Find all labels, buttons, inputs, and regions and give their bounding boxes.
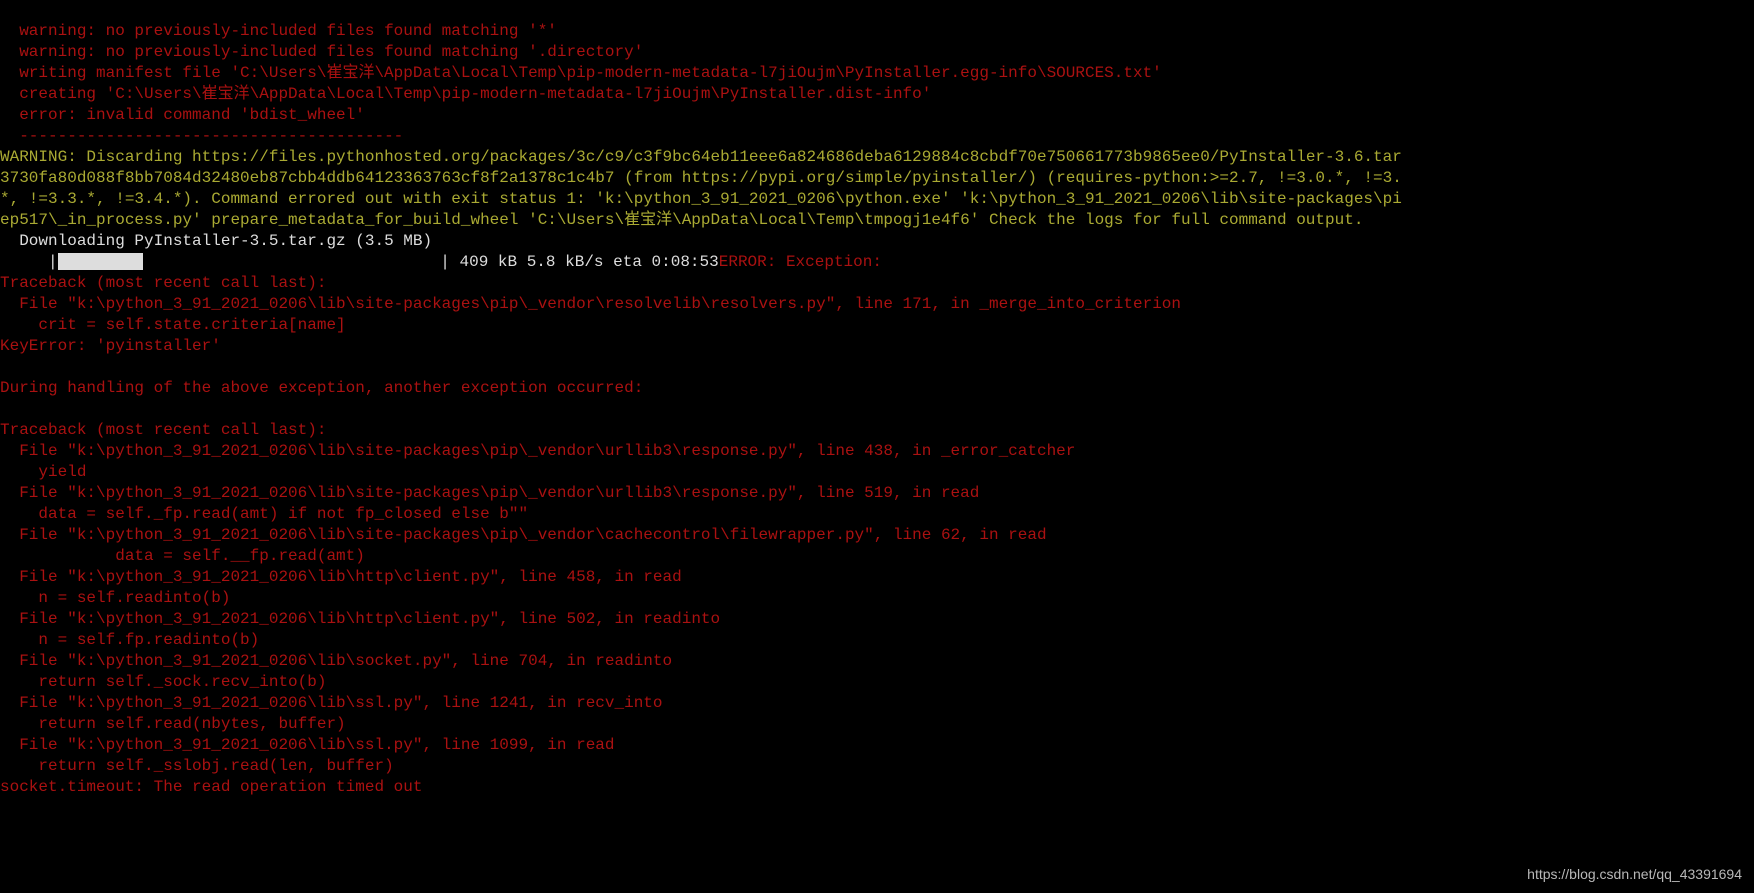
traceback-code: return self._sock.recv_into(b) [0, 673, 326, 691]
build-error-line: error: invalid command 'bdist_wheel' [0, 106, 365, 124]
traceback-file: File "k:\python_3_91_2021_0206\lib\ssl.p… [0, 694, 663, 712]
traceback-code: return self.read(nbytes, buffer) [0, 715, 346, 733]
download-status: Downloading PyInstaller-3.5.tar.gz (3.5 … [0, 232, 432, 250]
build-warning-line: warning: no previously-included files fo… [0, 22, 557, 40]
traceback-file: File "k:\python_3_91_2021_0206\lib\ssl.p… [0, 736, 615, 754]
progress-bar-filled [75, 253, 92, 270]
error-label: ERROR: Exception: [719, 253, 882, 271]
download-stats: 409 kB 5.8 kB/s eta 0:08:53 [450, 253, 719, 271]
build-separator: ---------------------------------------- [0, 127, 403, 145]
watermark-text: https://blog.csdn.net/qq_43391694 [1527, 864, 1742, 885]
progress-bar-filled [92, 253, 109, 270]
progress-remaining [143, 253, 441, 271]
traceback-file: File "k:\python_3_91_2021_0206\lib\http\… [0, 610, 720, 628]
pip-warning-line: WARNING: Discarding https://files.python… [0, 148, 1402, 166]
traceback-code: data = self._fp.read(amt) if not fp_clos… [0, 505, 528, 523]
socket-timeout: socket.timeout: The read operation timed… [0, 778, 422, 796]
traceback-file: File "k:\python_3_91_2021_0206\lib\site-… [0, 442, 1075, 460]
build-manifest-line: writing manifest file 'C:\Users\崔宝洋\AppD… [0, 64, 1162, 82]
traceback-code: data = self.__fp.read(amt) [0, 547, 365, 565]
blank-line [0, 400, 10, 418]
traceback-code: return self._sslobj.read(len, buffer) [0, 757, 394, 775]
traceback-header: Traceback (most recent call last): [0, 421, 326, 439]
progress-bar-filled [109, 253, 126, 270]
traceback-file: File "k:\python_3_91_2021_0206\lib\socke… [0, 652, 672, 670]
traceback-header: Traceback (most recent call last): [0, 274, 326, 292]
progress-row: | | 409 kB 5.8 kB/s eta 0:08:53ERROR: Ex… [0, 253, 882, 271]
progress-bar-filled [126, 253, 143, 270]
traceback-code: crit = self.state.criteria[name] [0, 316, 346, 334]
traceback-code: n = self.fp.readinto(b) [0, 631, 259, 649]
terminal-output[interactable]: warning: no previously-included files fo… [0, 0, 1754, 798]
progress-bar-filled [58, 253, 75, 270]
pip-warning-line: *, !=3.3.*, !=3.4.*). Command errored ou… [0, 190, 1402, 208]
during-handling: During handling of the above exception, … [0, 379, 643, 397]
traceback-file: File "k:\python_3_91_2021_0206\lib\site-… [0, 526, 1047, 544]
traceback-code: n = self.readinto(b) [0, 589, 230, 607]
build-warning-line: warning: no previously-included files fo… [0, 43, 643, 61]
pip-warning-line: ep517\_in_process.py' prepare_metadata_f… [0, 211, 1363, 229]
pip-warning-line: 3730fa80d088f8bb7084d32480eb87cbb4ddb641… [0, 169, 1402, 187]
traceback-code: yield [0, 463, 86, 481]
progress-pipe: | [440, 253, 450, 271]
traceback-file: File "k:\python_3_91_2021_0206\lib\site-… [0, 484, 979, 502]
progress-pipe: | [48, 253, 58, 271]
build-creating-line: creating 'C:\Users\崔宝洋\AppData\Local\Tem… [0, 85, 931, 103]
progress-indent [0, 253, 48, 271]
traceback-file: File "k:\python_3_91_2021_0206\lib\site-… [0, 295, 1181, 313]
blank-line [0, 358, 10, 376]
traceback-file: File "k:\python_3_91_2021_0206\lib\http\… [0, 568, 682, 586]
key-error: KeyError: 'pyinstaller' [0, 337, 221, 355]
